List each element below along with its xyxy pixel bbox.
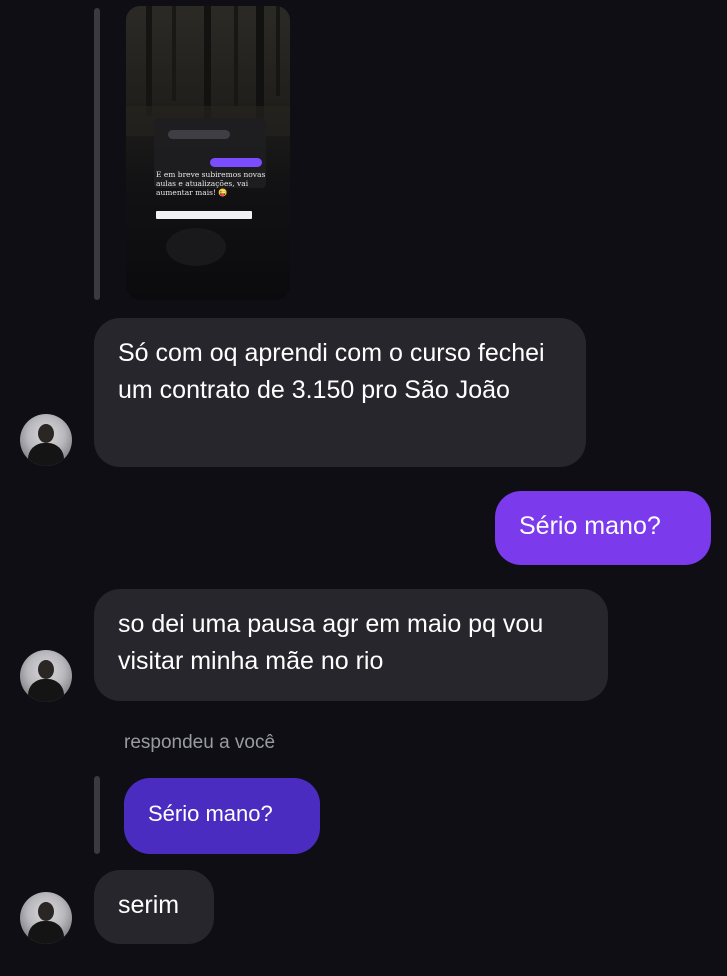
story-shadow-shape — [166, 228, 226, 266]
quoted-message-bubble[interactable]: Sério mano? — [124, 778, 320, 854]
story-banner — [156, 211, 252, 219]
quote-reply-bar — [94, 776, 100, 854]
avatar[interactable] — [20, 414, 72, 466]
quoted-text: Sério mano? — [148, 801, 273, 826]
avatar[interactable] — [20, 892, 72, 944]
message-text: serim — [118, 891, 180, 919]
outgoing-message-bubble[interactable]: Sério mano? — [495, 491, 711, 565]
avatar[interactable] — [20, 650, 72, 702]
incoming-message-bubble[interactable]: so dei uma pausa agr em maio pq vou visi… — [94, 589, 608, 701]
message-text: Só com oq aprendi com o curso fechei um … — [118, 339, 545, 404]
story-mini-pill-outgoing — [210, 158, 262, 167]
reply-caption: respondeu a você — [124, 732, 276, 753]
message-text: Sério mano? — [519, 512, 661, 540]
story-reply-bar — [94, 8, 100, 300]
story-mini-pill-incoming — [168, 130, 230, 139]
incoming-message-bubble[interactable]: serim — [94, 870, 214, 944]
incoming-message-bubble[interactable]: Só com oq aprendi com o curso fechei um … — [94, 318, 586, 467]
message-text: so dei uma pausa agr em maio pq vou visi… — [118, 610, 544, 675]
story-thumbnail[interactable]: E em breve subiremos novas aulas e atual… — [126, 6, 290, 300]
story-caption: E em breve subiremos novas aulas e atual… — [156, 170, 266, 197]
